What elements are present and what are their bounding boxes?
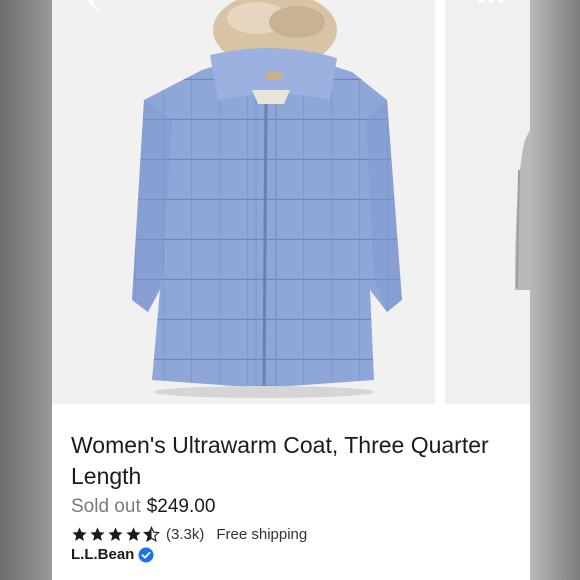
rating-row: (3.3k) Free shipping bbox=[71, 524, 307, 544]
brand-name[interactable]: L.L.Bean bbox=[71, 546, 134, 563]
product-price: $249.00 bbox=[146, 496, 216, 517]
sold-out-label: Sold out bbox=[71, 496, 141, 517]
price-row: Sold out $249.00 bbox=[71, 496, 215, 518]
free-shipping-label: Free shipping bbox=[216, 525, 308, 543]
next-product-image[interactable] bbox=[445, 0, 530, 404]
product-card[interactable]: Women's Ultrawarm Coat, Three Quarter Le… bbox=[52, 0, 530, 580]
background-left bbox=[0, 0, 52, 580]
product-image[interactable] bbox=[52, 0, 435, 404]
star-icon bbox=[72, 526, 87, 541]
half-star-icon bbox=[143, 525, 160, 542]
more-options-icon[interactable] bbox=[476, 0, 506, 10]
background-right bbox=[530, 0, 580, 580]
back-arrow-icon[interactable] bbox=[80, 0, 108, 14]
coat-illustration bbox=[132, 0, 402, 398]
carousel-gap bbox=[435, 0, 445, 404]
verified-badge-icon bbox=[138, 547, 154, 562]
star-icon bbox=[126, 526, 141, 541]
star-icon bbox=[90, 526, 105, 541]
star-icon bbox=[108, 526, 123, 541]
star-rating bbox=[71, 525, 160, 543]
next-coat-illustration bbox=[515, 130, 530, 290]
product-title[interactable]: Women's Ultrawarm Coat, Three Quarter Le… bbox=[71, 430, 491, 492]
review-count[interactable]: (3.3k) bbox=[166, 526, 204, 543]
brand-row[interactable]: L.L.Bean bbox=[71, 546, 154, 563]
